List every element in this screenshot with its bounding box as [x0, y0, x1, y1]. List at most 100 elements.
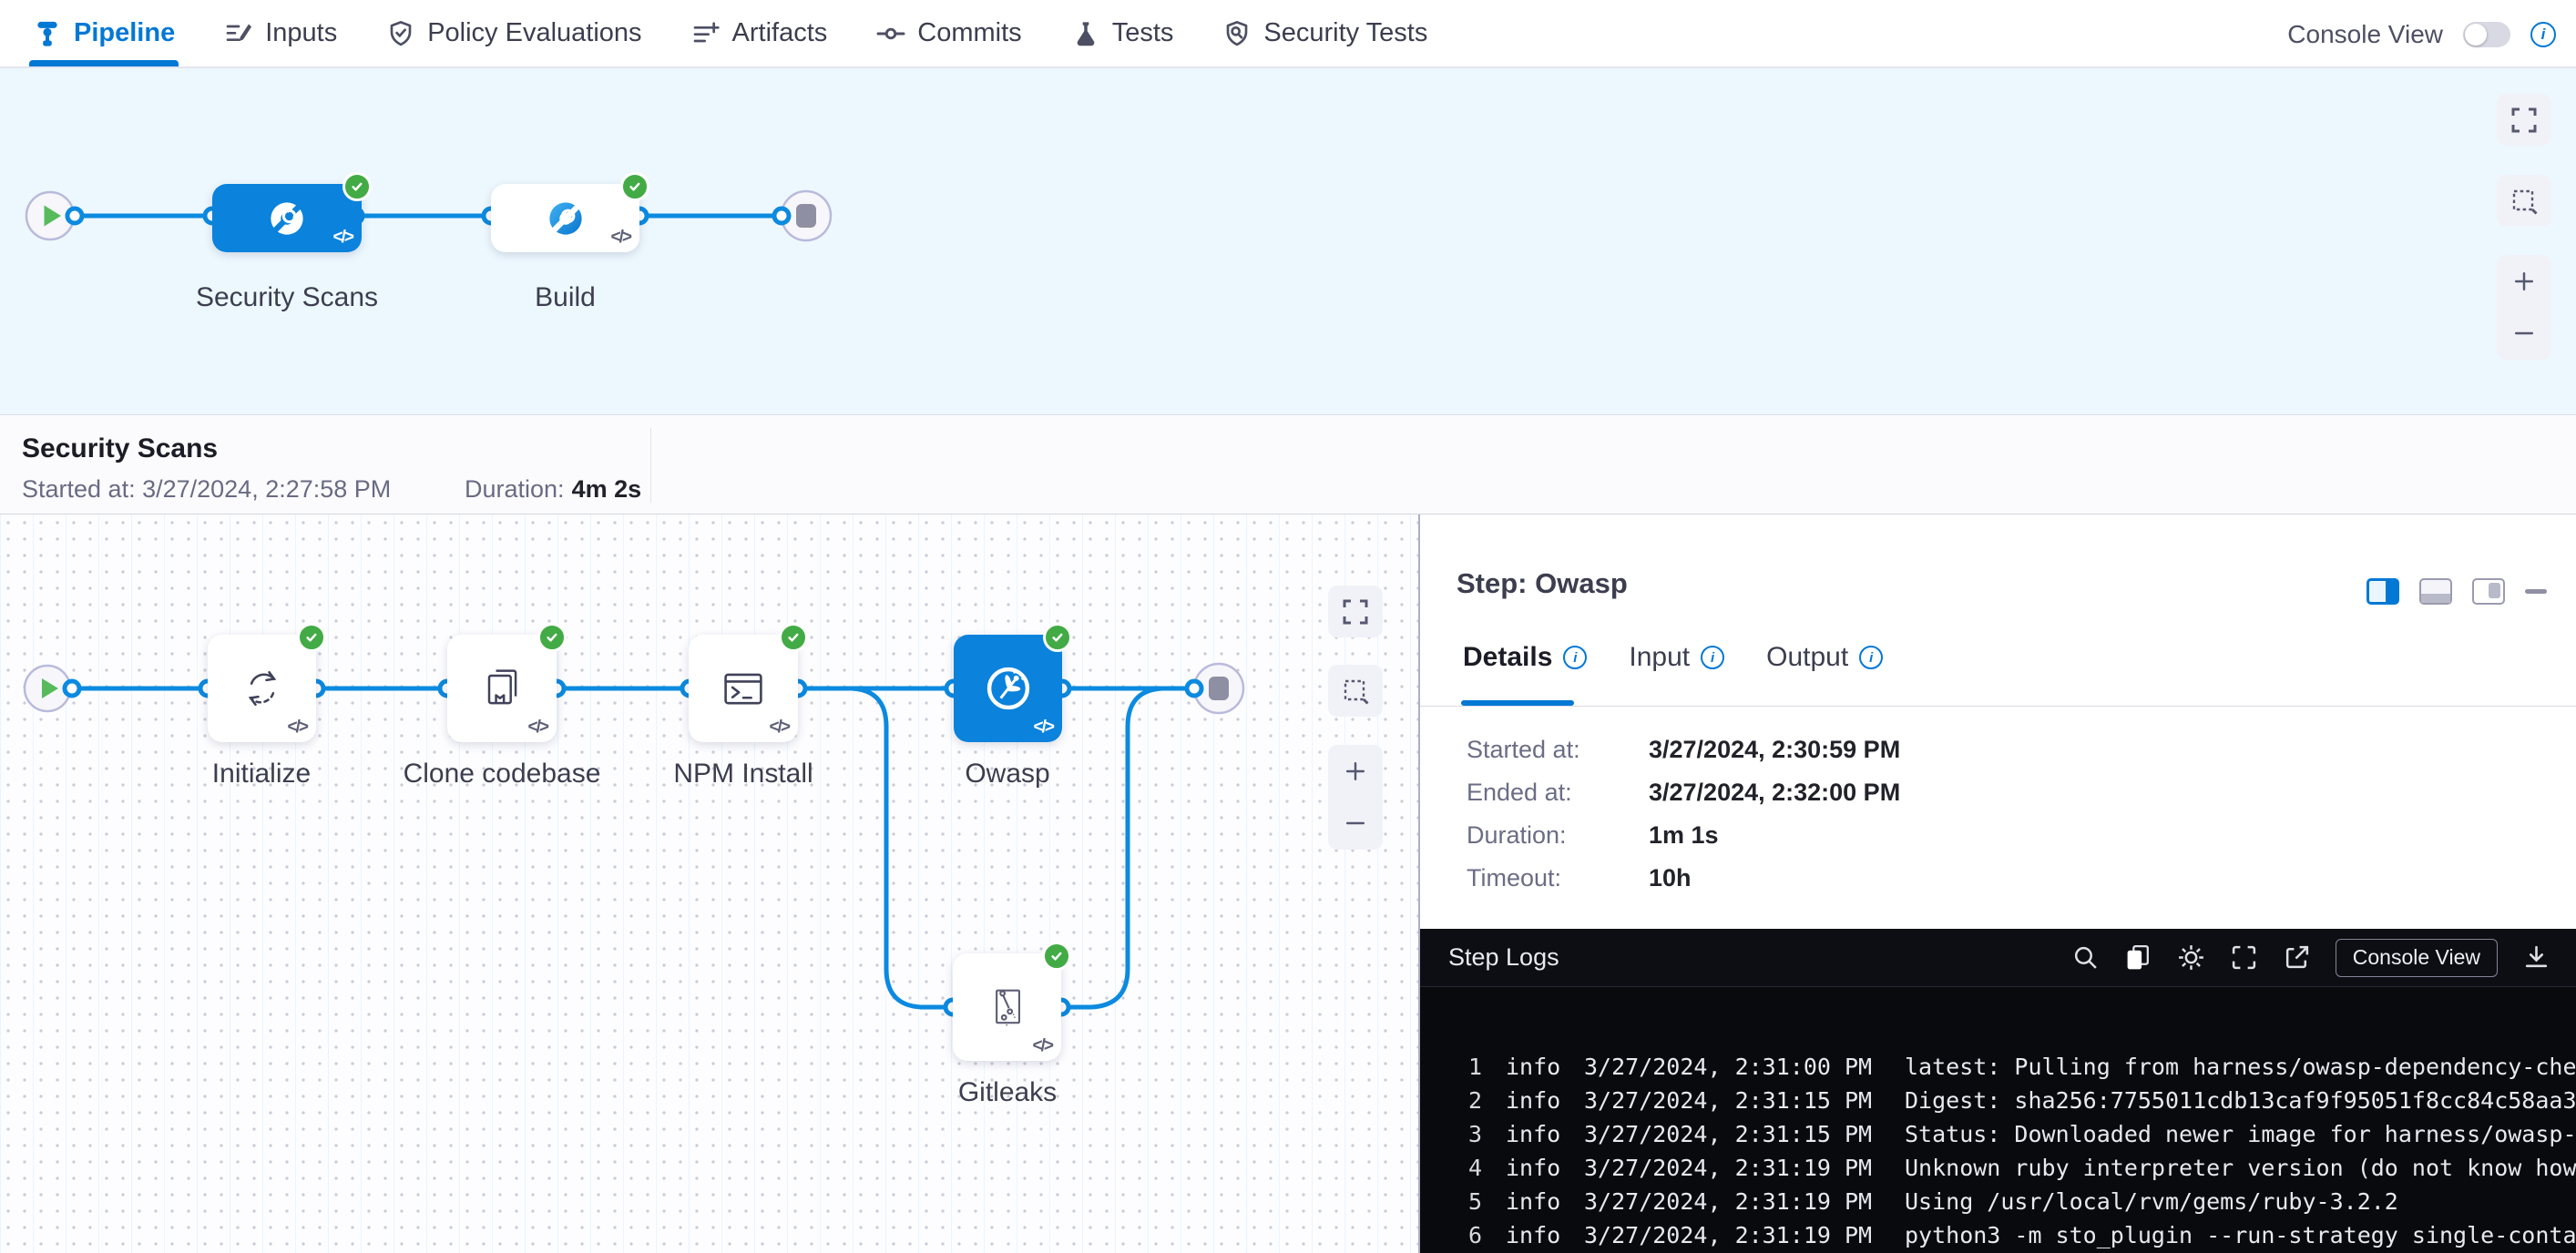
- detail-value: 3/27/2024, 2:30:59 PM: [1649, 736, 1900, 764]
- code-toggle-icon[interactable]: </>: [528, 718, 547, 738]
- detail-value: 10h: [1649, 864, 1692, 892]
- tab-label: Security Tests: [1263, 18, 1427, 48]
- code-toggle-icon[interactable]: </>: [1034, 718, 1053, 738]
- pipeline-icon: [33, 19, 62, 48]
- log-line-number: 6: [1447, 1222, 1482, 1248]
- log-level: info: [1506, 1222, 1562, 1248]
- tab-label: Inputs: [265, 18, 337, 48]
- settings-gear-icon[interactable]: [2177, 943, 2205, 972]
- log-level: info: [1506, 1155, 1562, 1181]
- code-toggle-icon[interactable]: </>: [611, 228, 630, 248]
- search-icon[interactable]: [2071, 943, 2100, 972]
- stage-node-security-scans[interactable]: </>: [212, 184, 362, 252]
- success-badge: [620, 172, 649, 201]
- detail-label: Duration:: [1467, 821, 1567, 849]
- tab-commits[interactable]: Commits: [876, 0, 1021, 66]
- log-timestamp: 3/27/2024, 2:31:19 PM: [1584, 1188, 1905, 1215]
- log-level: info: [1506, 1054, 1562, 1080]
- step-label-npm-install[interactable]: NPM Install: [625, 759, 862, 789]
- active-tab-underline: [29, 60, 179, 66]
- stage-graph-canvas[interactable]: </> </> Security Scans Build: [0, 68, 2576, 414]
- log-line-number: 3: [1447, 1121, 1482, 1147]
- step-label-gitleaks[interactable]: Gitleaks: [898, 1077, 1117, 1108]
- tab-details[interactable]: Details i: [1463, 642, 1587, 673]
- open-in-new-icon[interactable]: [2283, 943, 2311, 972]
- tab-policy-evaluations[interactable]: Policy Evaluations: [386, 0, 641, 66]
- layout-bottom-view-button[interactable]: [2419, 578, 2452, 605]
- code-toggle-icon[interactable]: </>: [1033, 1036, 1052, 1056]
- detail-label: Timeout:: [1467, 864, 1561, 891]
- step-node-clone-codebase[interactable]: </>: [447, 635, 557, 742]
- tab-label: Output: [1766, 642, 1848, 673]
- zoom-in-button[interactable]: [1328, 749, 1383, 794]
- nav-right-controls: Console View i: [2287, 0, 2556, 68]
- stage-node-build[interactable]: </>: [491, 184, 639, 252]
- log-message: latest: Pulling from harness/owasp-depen…: [1905, 1054, 2576, 1080]
- step-node-initialize[interactable]: </>: [208, 635, 316, 742]
- console-view-info-icon[interactable]: i: [2530, 22, 2556, 47]
- step-canvas-select-button[interactable]: [1328, 665, 1383, 717]
- details-info-icon[interactable]: i: [1563, 646, 1587, 669]
- stage-info-title: Security Scans: [22, 433, 218, 464]
- zoom-out-button[interactable]: [2497, 311, 2551, 356]
- log-line-number: 5: [1447, 1188, 1482, 1215]
- step-node-npm-install[interactable]: </>: [689, 635, 798, 742]
- step-node-gitleaks[interactable]: </>: [953, 953, 1061, 1061]
- step-label-clone-codebase[interactable]: Clone codebase: [374, 759, 629, 789]
- copy-icon[interactable]: [2124, 943, 2152, 972]
- fullscreen-icon[interactable]: [2230, 943, 2258, 972]
- step-connectors: [0, 514, 1418, 1253]
- step-canvas-expand-button[interactable]: [1328, 586, 1383, 637]
- log-line: 6 info 3/27/2024, 2:31:19 PM python3 -m …: [1420, 1218, 2576, 1252]
- log-level: info: [1506, 1188, 1562, 1215]
- top-nav: Pipeline Inputs Policy Evaluations: [0, 0, 2576, 68]
- code-toggle-icon[interactable]: </>: [770, 718, 789, 738]
- divider: [1420, 706, 2576, 707]
- minimize-panel-button[interactable]: [2525, 589, 2547, 594]
- tab-inputs[interactable]: Inputs: [224, 0, 337, 66]
- input-info-icon[interactable]: i: [1701, 646, 1724, 669]
- step-node-owasp[interactable]: </>: [954, 635, 1062, 742]
- output-info-icon[interactable]: i: [1859, 646, 1883, 669]
- zoom-out-button[interactable]: [1328, 800, 1383, 846]
- console-view-toggle[interactable]: [2463, 22, 2510, 47]
- tab-label: Commits: [917, 18, 1021, 48]
- log-line-number: 4: [1447, 1155, 1482, 1181]
- tab-artifacts[interactable]: Artifacts: [691, 0, 828, 66]
- log-line: 1 info 3/27/2024, 2:31:00 PM latest: Pul…: [1420, 1050, 2576, 1084]
- step-graph-canvas[interactable]: </> </>: [0, 514, 1418, 1253]
- layout-float-view-button[interactable]: [2472, 578, 2505, 605]
- stage-canvas-expand-button[interactable]: [2497, 94, 2551, 146]
- tab-label: Tests: [1112, 18, 1174, 48]
- download-icon[interactable]: [2522, 943, 2550, 972]
- tab-tests[interactable]: Tests: [1071, 0, 1174, 66]
- log-lines[interactable]: 1 info 3/27/2024, 2:31:00 PM latest: Pul…: [1420, 988, 2576, 1253]
- step-label-owasp[interactable]: Owasp: [898, 759, 1117, 789]
- log-level: info: [1506, 1121, 1562, 1147]
- zoom-in-button[interactable]: [2497, 259, 2551, 304]
- security-tests-icon: [1222, 19, 1252, 48]
- stop-icon: [796, 204, 816, 228]
- tab-pipeline[interactable]: Pipeline: [33, 0, 175, 66]
- success-badge: [1043, 623, 1072, 652]
- layout-right-view-button[interactable]: [2366, 578, 2399, 605]
- tab-output[interactable]: Output i: [1766, 642, 1883, 673]
- tab-security-tests[interactable]: Security Tests: [1222, 0, 1427, 66]
- tab-input[interactable]: Input i: [1629, 642, 1724, 673]
- stage-canvas-select-button[interactable]: [2497, 175, 2551, 227]
- detail-row-duration: Duration: 1m 1s: [1467, 821, 1567, 850]
- success-badge: [779, 623, 808, 652]
- stage-label-build[interactable]: Build: [491, 282, 639, 313]
- log-line-number: 1: [1447, 1054, 1482, 1080]
- pipeline-execution-page: Pipeline Inputs Policy Evaluations: [0, 0, 2576, 1253]
- code-toggle-icon[interactable]: </>: [288, 718, 307, 738]
- log-timestamp: 3/27/2024, 2:31:19 PM: [1584, 1155, 1905, 1181]
- code-toggle-icon[interactable]: </>: [333, 228, 353, 248]
- log-line: 3 info 3/27/2024, 2:31:15 PM Status: Dow…: [1420, 1117, 2576, 1151]
- stage-label-security-scans[interactable]: Security Scans: [178, 282, 396, 313]
- tab-label: Artifacts: [732, 18, 828, 48]
- log-line-number: 2: [1447, 1087, 1482, 1114]
- step-label-initialize[interactable]: Initialize: [152, 759, 371, 789]
- log-level: info: [1506, 1087, 1562, 1114]
- console-view-button[interactable]: Console View: [2336, 939, 2498, 977]
